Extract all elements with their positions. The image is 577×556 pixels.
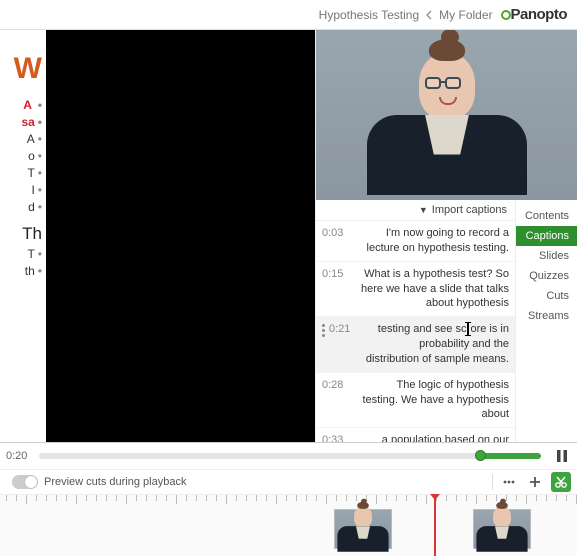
slide-bullet: T• xyxy=(0,166,42,180)
kebab-icon[interactable] xyxy=(322,322,325,337)
timeline-thumbnail[interactable] xyxy=(334,509,392,549)
app-header: Panopto My Folder Hypothesis Testing xyxy=(0,0,577,30)
slide-title-fragment: W xyxy=(0,54,42,84)
preview-cuts-label: Preview cuts during playback xyxy=(44,476,186,488)
slide-bullet: Th xyxy=(0,224,42,244)
progress-knob[interactable] xyxy=(475,450,486,461)
slide-bullet: T• xyxy=(0,247,42,261)
tab-captions[interactable]: Captions xyxy=(516,226,577,246)
slide-bullet: d• xyxy=(0,200,42,214)
slide-bullet: th• xyxy=(0,264,42,278)
slide-bullet: o• xyxy=(0,149,42,163)
caption-row[interactable]: What is a hypothesis test? So here we ha… xyxy=(316,262,515,318)
logo-mark-icon xyxy=(501,10,511,20)
tab-quizzes[interactable]: Quizzes xyxy=(516,266,577,286)
tab-slides[interactable]: Slides xyxy=(516,246,577,266)
caption-list: I'm now going to record a lecture on hyp… xyxy=(316,221,515,442)
more-tools-button[interactable] xyxy=(499,472,519,492)
preview-cuts-toggle[interactable]: Preview cuts during playback xyxy=(12,475,186,489)
player-bar: 0:20 xyxy=(0,443,577,469)
progress-bar[interactable] xyxy=(39,453,541,459)
caption-text[interactable]: What is a hypothesis test? So here we ha… xyxy=(358,267,509,312)
current-time: 0:20 xyxy=(6,450,27,462)
breadcrumb: My Folder Hypothesis Testing xyxy=(319,8,493,22)
chevron-down-icon: ▼ xyxy=(419,205,428,215)
slide-peek: W A • sa• A• o• T• I• d• Th T• th• xyxy=(0,30,46,442)
caption-timestamp: 0:33 xyxy=(322,433,352,442)
slide-bullet: sa• xyxy=(0,115,42,129)
caption-row[interactable]: testing and see score is in probability … xyxy=(316,317,515,373)
presenter-figure xyxy=(367,53,527,195)
pause-button[interactable] xyxy=(553,447,571,465)
secondary-video[interactable] xyxy=(46,30,315,442)
caption-text[interactable]: I'm now going to record a lecture on hyp… xyxy=(358,226,509,256)
caption-timestamp: 0:28 xyxy=(322,378,352,393)
import-captions-label: Import captions xyxy=(432,204,507,216)
playhead[interactable] xyxy=(434,495,436,556)
side-tabs: Contents Captions Slides Quizzes Cuts St… xyxy=(515,200,577,442)
timeline-thumbnail[interactable] xyxy=(473,509,531,549)
caption-text[interactable]: a population based on our hypothesis. We… xyxy=(358,433,509,442)
caption-text[interactable]: testing and see score is in probability … xyxy=(365,322,509,367)
caption-timestamp: 0:03 xyxy=(322,226,352,241)
editor-toolbar: Preview cuts during playback xyxy=(0,469,577,495)
caption-timestamp: 0:21 xyxy=(329,322,359,337)
editor-panel: 0:20 Preview cuts during playback xyxy=(0,442,577,556)
slide-bullet: A • xyxy=(0,98,42,112)
breadcrumb-title: Hypothesis Testing xyxy=(319,8,420,22)
cut-tool-button[interactable] xyxy=(551,472,571,492)
panopto-logo: Panopto xyxy=(499,6,568,23)
text-caret-icon xyxy=(467,323,469,335)
slide-bullet: A• xyxy=(0,132,42,146)
timeline-ruler xyxy=(0,495,577,505)
right-column: Contents Captions Slides Quizzes Cuts St… xyxy=(315,30,577,442)
toggle-switch[interactable] xyxy=(12,475,38,489)
logo-text: Panopto xyxy=(511,6,568,23)
breadcrumb-folder[interactable]: My Folder xyxy=(439,8,492,22)
toolbar-divider xyxy=(492,474,493,490)
below-video: Contents Captions Slides Quizzes Cuts St… xyxy=(316,200,577,442)
caption-row[interactable]: I'm now going to record a lecture on hyp… xyxy=(316,221,515,262)
primary-video[interactable] xyxy=(316,30,577,200)
add-button[interactable] xyxy=(525,472,545,492)
captions-pane: Import captions ▼ I'm now going to recor… xyxy=(316,200,515,442)
tab-streams[interactable]: Streams xyxy=(516,306,577,326)
left-column: W A • sa• A• o• T• I• d• Th T• th• xyxy=(0,30,315,442)
chevron-right-icon xyxy=(425,10,433,20)
progress-fill xyxy=(481,453,541,459)
slide-bullet: I• xyxy=(0,183,42,197)
caption-row[interactable]: The logic of hypothesis testing. We have… xyxy=(316,373,515,429)
slide-bullets: A • sa• A• o• T• I• d• Th T• th• xyxy=(0,98,42,278)
import-captions-dropdown[interactable]: Import captions ▼ xyxy=(316,200,515,221)
main-area: Contents Captions Slides Quizzes Cuts St… xyxy=(0,30,577,442)
caption-row[interactable]: a population based on our hypothesis. We… xyxy=(316,428,515,442)
caption-timestamp: 0:15 xyxy=(322,267,352,282)
caption-text[interactable]: The logic of hypothesis testing. We have… xyxy=(358,378,509,423)
tab-contents[interactable]: Contents xyxy=(516,206,577,226)
tab-cuts[interactable]: Cuts xyxy=(516,286,577,306)
timeline-track[interactable] xyxy=(0,495,577,556)
